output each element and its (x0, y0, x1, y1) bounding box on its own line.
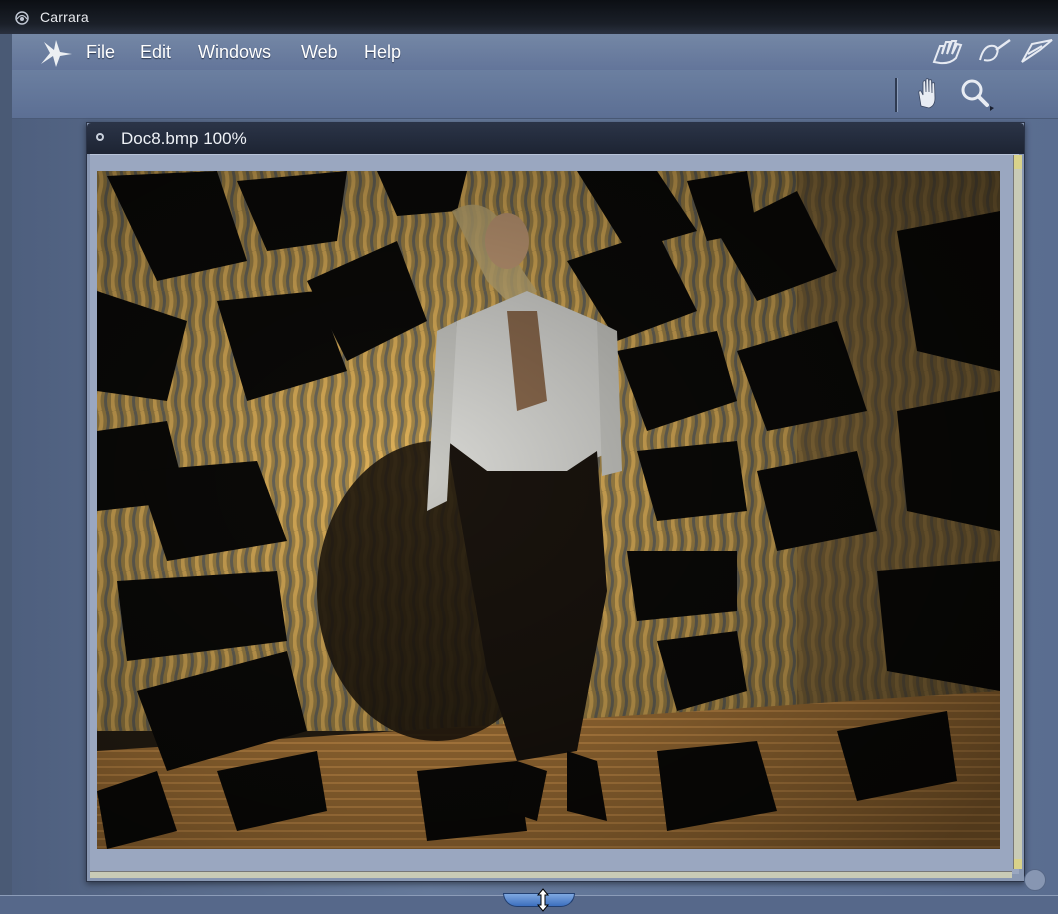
scroll-up-handle[interactable] (1014, 155, 1022, 169)
rendered-image (97, 171, 1000, 849)
close-document-icon[interactable] (96, 133, 104, 141)
document-title-bar[interactable]: Doc8.bmp 100% (87, 123, 1024, 154)
render-scene (97, 171, 1000, 849)
assemble-room-hand-icon[interactable] (930, 36, 968, 66)
toolbar (12, 70, 1058, 119)
carrara-app-icon (15, 11, 29, 25)
toolbar-separator (895, 78, 898, 112)
storyboard-room-icon[interactable] (1018, 36, 1056, 66)
menu-edit[interactable]: Edit (140, 42, 171, 63)
room-switcher (918, 34, 1058, 70)
carrara-logo-icon[interactable] (38, 38, 74, 68)
menu-windows[interactable]: Windows (198, 42, 271, 63)
window-title-bar: Carrara (0, 0, 1058, 34)
document-window: Doc8.bmp 100% (86, 122, 1046, 891)
window-resize-handle[interactable] (1024, 869, 1046, 891)
menu-help[interactable]: Help (364, 42, 401, 63)
menu-file[interactable]: File (86, 42, 115, 63)
resize-cursor-icon (536, 888, 550, 912)
vertical-scrollbar[interactable] (1013, 155, 1022, 869)
scroll-down-handle[interactable] (1014, 859, 1022, 869)
horizontal-scrollbar[interactable] (90, 871, 1012, 878)
menu-web[interactable]: Web (301, 42, 338, 63)
document-title: Doc8.bmp 100% (121, 129, 247, 148)
model-room-icon[interactable] (976, 36, 1014, 66)
pan-hand-icon[interactable] (911, 76, 947, 112)
window-title: Carrara (40, 9, 89, 25)
zoom-magnifier-icon[interactable] (958, 76, 994, 112)
menu-bar: File Edit Windows Web Help (12, 34, 1058, 71)
